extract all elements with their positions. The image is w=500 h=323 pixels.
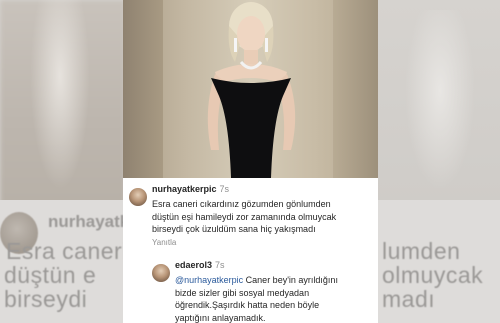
comments-section: nurhayatkerpic 7s Esra caneri cıkardınız … bbox=[123, 178, 378, 323]
comment-line: öğrendik.Şaşırdık hatta neden böyle bbox=[175, 300, 320, 310]
background-figure bbox=[405, 10, 475, 190]
reply-button[interactable]: Yanıtla bbox=[152, 238, 176, 247]
background-text-line: Esra caneri bbox=[6, 238, 128, 264]
background-figure bbox=[30, 0, 90, 190]
comment-line: yaptığını anlayamadık. bbox=[175, 312, 266, 323]
username-text[interactable]: nurhayatkerpic bbox=[152, 184, 217, 194]
instagram-post-card: nurhayatkerpic 7s Esra caneri cıkardınız … bbox=[123, 0, 378, 323]
mention-link[interactable]: @nurhayatkerpic bbox=[175, 275, 243, 285]
comment-timestamp: 7s bbox=[215, 260, 225, 270]
comment-line: birseydi çok üzuldüm sana hiç yakışmadı bbox=[152, 224, 316, 234]
comment-text: Esra caneri cıkardınız gözumden gönlumde… bbox=[152, 198, 377, 236]
comment-text: @nurhayatkerpic Caner bey'in ayrıldığını… bbox=[175, 274, 375, 323]
comment-timestamp: 7s bbox=[219, 184, 230, 194]
woman-figure bbox=[207, 2, 296, 178]
comment-line: düştün eşi hamileydi zor zamanında olmuy… bbox=[152, 211, 337, 222]
comment-username[interactable]: edaerol3 7s bbox=[175, 260, 225, 270]
avatar[interactable] bbox=[129, 188, 147, 206]
comment-line: Esra caneri cıkardınız gözumden gönlumde… bbox=[152, 199, 331, 209]
comment-line-rest: Caner bey'in ayrıldığını bbox=[243, 275, 338, 285]
background-text-line: madı bbox=[382, 286, 436, 312]
background-text-line: olmuycak bbox=[382, 262, 484, 288]
username-text[interactable]: edaerol3 bbox=[175, 260, 212, 270]
background-text-line: lumden bbox=[382, 238, 461, 264]
post-photo bbox=[123, 0, 378, 178]
background-text-line: birseydi bbox=[4, 286, 88, 312]
avatar[interactable] bbox=[152, 264, 170, 282]
comment-username[interactable]: nurhayatkerpic 7s bbox=[152, 184, 229, 194]
comment-line: bizde sizler gibi sosyal medyadan bbox=[175, 287, 310, 298]
background-text-line: düştün e bbox=[4, 262, 97, 288]
comment-line: @nurhayatkerpic Caner bey'in ayrıldığını bbox=[175, 274, 375, 287]
